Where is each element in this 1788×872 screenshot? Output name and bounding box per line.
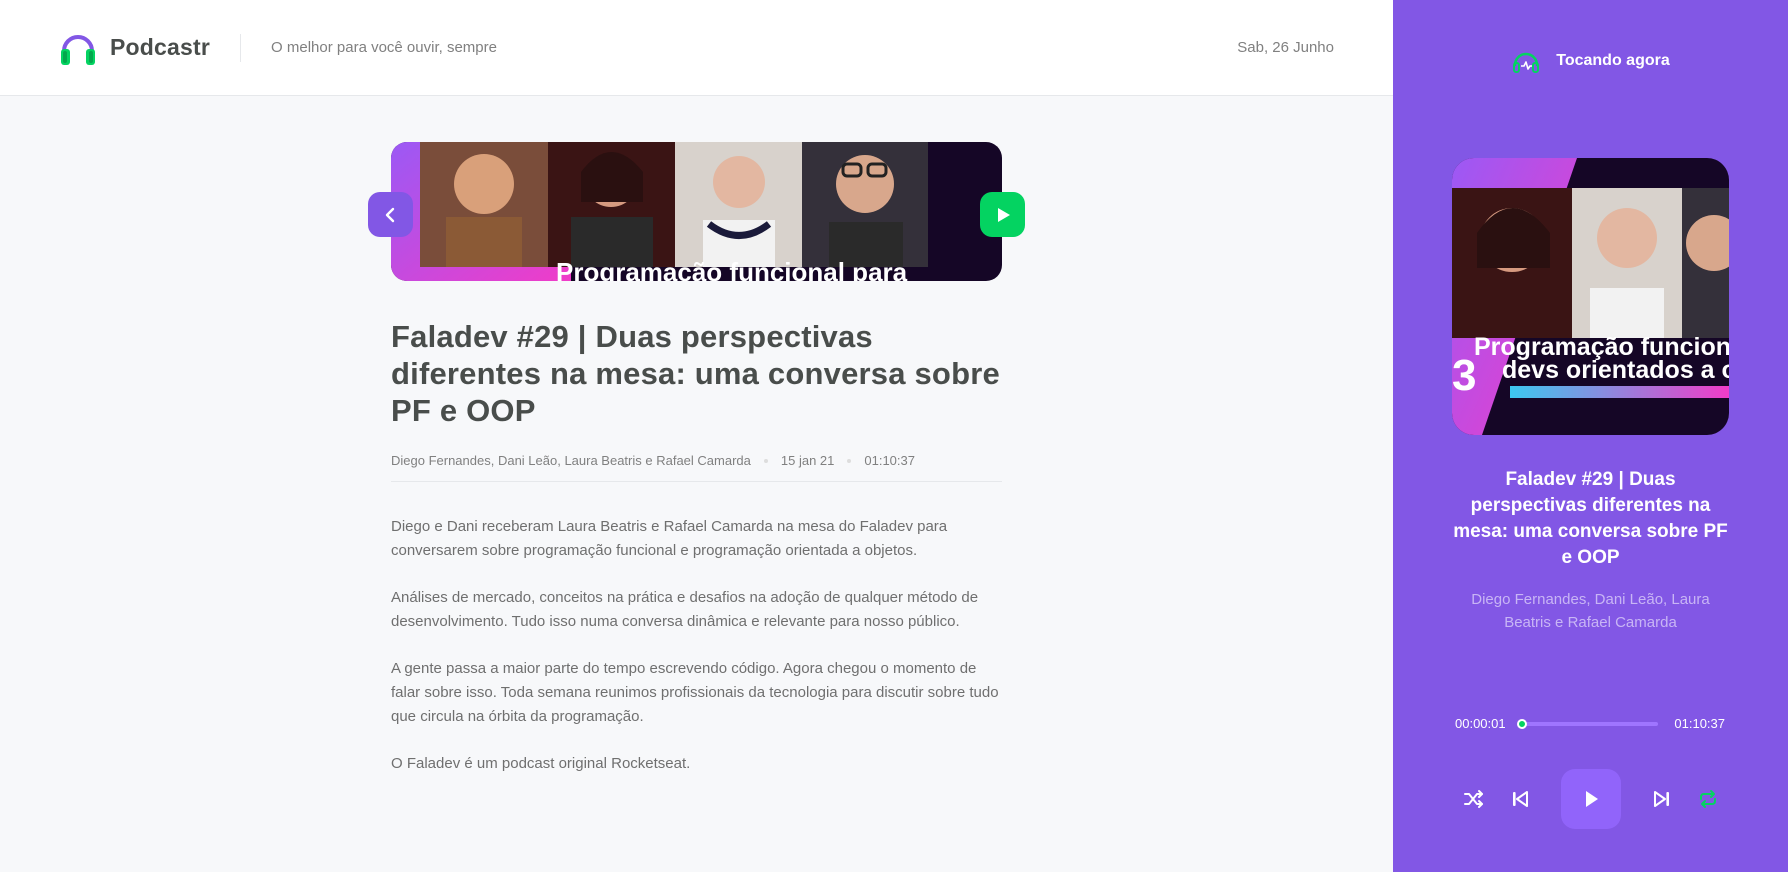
description-paragraph: A gente passa a maior parte do tempo esc… [391, 660, 999, 725]
progress-slider[interactable] [1517, 718, 1658, 729]
logo[interactable]: Podcastr [60, 29, 210, 67]
main-content: Podcastr O melhor para você ouvir, sempr… [0, 0, 1393, 872]
current-date: Sab, 26 Junho [1237, 39, 1334, 56]
episode-title: Faladev #29 | Duas perspectivas diferent… [391, 319, 1000, 428]
episode-description: Diego e Dani receberam Laura Beatris e R… [391, 515, 1002, 776]
progress-bar: 00:00:01 01:10:37 [1455, 716, 1725, 731]
play-icon [1585, 791, 1598, 807]
episode-thumbnail-image: Programação funcional para [391, 142, 1002, 281]
player-cover: Programação funcion devs orientados a o … [1452, 158, 1729, 435]
skip-next-icon [1653, 791, 1669, 807]
episode-thumbnail-wrap: Programação funcional para [368, 142, 1025, 281]
skip-previous-icon [1512, 791, 1528, 807]
episode-members: Diego Fernandes, Dani Leão, Laura Beatri… [391, 453, 751, 468]
episode-detail: Programação funcional para Faladev #29 |… [368, 142, 1025, 799]
cover-glyph: 3 [1452, 351, 1476, 400]
tagline: O melhor para você ouvir, sempre [271, 39, 497, 56]
episode-thumbnail: Programação funcional para [391, 142, 1002, 281]
description-paragraph: O Faladev é um podcast original Rocketse… [391, 755, 691, 772]
description-paragraph: Análises de mercado, conceitos na prátic… [391, 589, 979, 630]
app: Podcastr O melhor para você ouvir, sempr… [0, 0, 1788, 872]
play-pause-button[interactable] [1560, 769, 1621, 829]
player-episode-members: Diego Fernandes, Dani Leão, Laura Beatri… [1471, 591, 1710, 631]
description-paragraph: Diego e Dani receberam Laura Beatris e R… [391, 518, 948, 559]
cover-caption-line2: devs orientados a o [1502, 356, 1729, 384]
header: Podcastr O melhor para você ouvir, sempr… [0, 0, 1393, 96]
previous-button[interactable] [1500, 779, 1540, 819]
episode-duration: 01:10:37 [864, 453, 915, 468]
player-controls [1393, 768, 1788, 830]
play-episode-button[interactable] [980, 192, 1025, 237]
header-divider [240, 33, 242, 62]
headphones-icon [1513, 52, 1540, 73]
player-cover-image: Programação funcion devs orientados a o … [1452, 158, 1729, 435]
episode-meta: Diego Fernandes, Dani Leão, Laura Beatri… [391, 453, 1002, 482]
player-heading: Tocando agora [1556, 52, 1670, 69]
back-button[interactable] [368, 192, 413, 237]
shuffle-button[interactable] [1454, 779, 1494, 819]
meta-separator [847, 458, 852, 463]
meta-separator [763, 458, 768, 463]
player-panel: Tocando agora Programação funcion devs o… [1393, 0, 1788, 872]
shuffle-icon [1463, 790, 1483, 808]
repeat-icon [1699, 790, 1716, 808]
episode-date: 15 jan 21 [780, 453, 835, 468]
current-time: 00:00:01 [1455, 716, 1506, 731]
repeat-button[interactable] [1688, 779, 1728, 819]
total-time: 01:10:37 [1674, 716, 1725, 731]
headphones-logo-icon [61, 34, 95, 65]
next-button[interactable] [1642, 779, 1682, 819]
player-header: Tocando agora [1393, 46, 1788, 76]
player-episode-title: Faladev #29 | Duas perspectivas diferent… [1453, 469, 1728, 568]
chevron-left-icon [385, 207, 394, 222]
progress-knob[interactable] [1517, 718, 1528, 729]
brand-name: Podcastr [110, 34, 211, 60]
thumbnail-caption: Programação funcional para [556, 257, 908, 281]
play-icon [997, 207, 1010, 222]
